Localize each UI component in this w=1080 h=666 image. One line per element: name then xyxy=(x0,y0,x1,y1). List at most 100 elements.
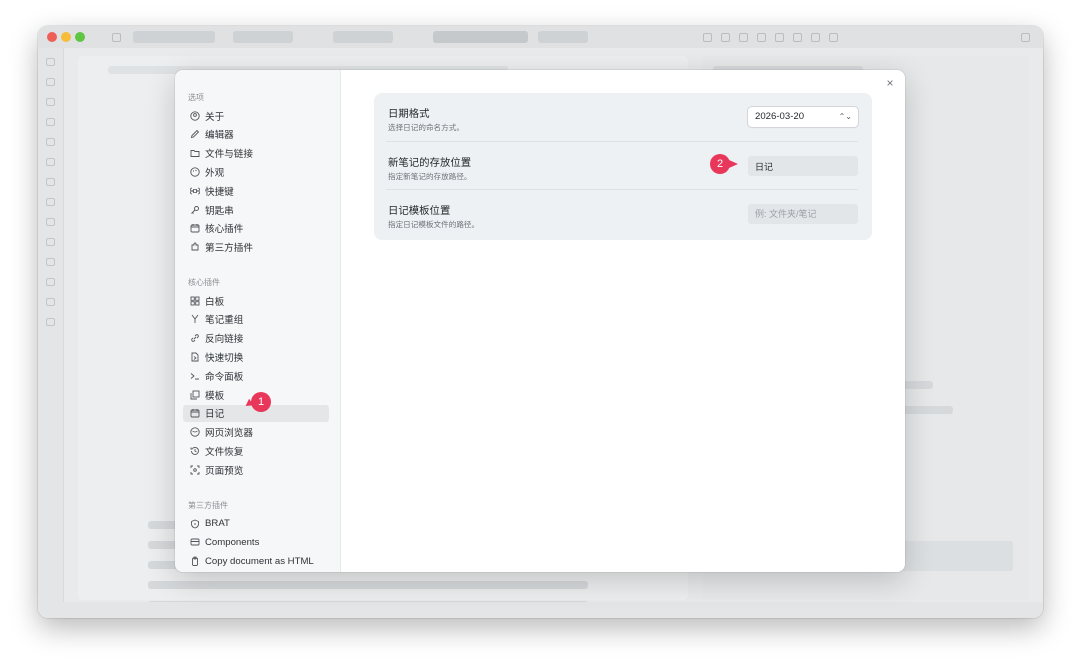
ribbon-icon[interactable] xyxy=(46,138,55,146)
sidebar-toggle-icon[interactable] xyxy=(112,33,121,42)
close-window-button[interactable] xyxy=(47,32,57,42)
sidebar-item[interactable]: 核心插件 xyxy=(183,220,329,237)
sidebar-item-label: 日记 xyxy=(205,409,225,421)
sidebar-item[interactable]: 编辑器 xyxy=(183,126,329,143)
sidebar-item[interactable]: 文件与链接 xyxy=(183,145,329,162)
sidebar-item[interactable]: 外观 xyxy=(183,163,329,180)
close-modal-button[interactable]: × xyxy=(883,76,897,90)
background-tab-active[interactable] xyxy=(433,31,528,43)
chevron-up-down-icon: ⌃⌄ xyxy=(838,112,852,121)
ribbon-icon[interactable] xyxy=(46,298,55,306)
clipboard-icon xyxy=(189,556,200,567)
terminal-icon xyxy=(189,370,200,381)
sidebar-item-label: 网页浏览器 xyxy=(205,428,253,440)
ribbon-icon[interactable] xyxy=(46,178,55,186)
zoom-window-button[interactable] xyxy=(75,32,85,42)
sidebar-item-label: 笔记重组 xyxy=(205,315,244,327)
sidebar-item-label: 文件恢复 xyxy=(205,446,244,458)
date-format-select[interactable]: 2026-03-20 ⌃⌄ xyxy=(748,107,858,127)
sidebar-item[interactable]: Components xyxy=(183,534,329,551)
ribbon-icon[interactable] xyxy=(46,238,55,246)
toolbar-icon[interactable] xyxy=(703,33,712,42)
ribbon-icon[interactable] xyxy=(46,118,55,126)
sidebar-item-label: BRAT xyxy=(205,518,230,529)
section-title-options: 选项 xyxy=(188,93,204,102)
sidebar-item[interactable]: 命令面板 xyxy=(183,367,329,384)
ribbon-icon[interactable] xyxy=(46,78,55,86)
setting-description: 选择日记的命名方式。 xyxy=(388,123,464,132)
setting-title: 新笔记的存放位置 xyxy=(388,158,472,169)
sidebar-item[interactable]: 笔记重组 xyxy=(183,311,329,328)
sidebar-item[interactable]: 反向链接 xyxy=(183,330,329,347)
section-title-core-plugins: 核心插件 xyxy=(188,278,220,287)
sidebar-item-label: 快速切换 xyxy=(205,352,244,364)
sidebar-item[interactable]: 网页浏览器 xyxy=(183,424,329,441)
title-bar xyxy=(38,26,1043,48)
sidebar-item[interactable]: BRAT xyxy=(183,515,329,532)
left-ribbon xyxy=(38,48,64,618)
section-title-third-party: 第三方插件 xyxy=(188,501,228,510)
toolbar-icon[interactable] xyxy=(793,33,802,42)
sidebar-item[interactable]: Copy document as HTML xyxy=(183,553,329,570)
right-pane-line xyxy=(903,406,953,414)
background-tab[interactable] xyxy=(333,31,393,43)
setting-row-new-file-location: 新笔记的存放位置 指定新笔记的存放路径。 xyxy=(386,141,858,189)
sidebar-item[interactable]: 页面预览 xyxy=(183,461,329,478)
annotation-badge-number: 2 xyxy=(716,158,724,170)
setting-title: 日记模板位置 xyxy=(388,206,451,217)
ribbon-icon[interactable] xyxy=(46,218,55,226)
settings-modal: 选项 关于 编辑器 文件与链接 外观 快捷键 钥匙串 核心插件 第三方插件 核心插件 白板 笔记… xyxy=(175,70,905,572)
right-pane-line xyxy=(903,381,933,389)
settings-sidebar: 选项 关于 编辑器 文件与链接 外观 快捷键 钥匙串 核心插件 第三方插件 核心插件 白板 笔记… xyxy=(175,70,341,572)
sidebar-item[interactable]: 快捷键 xyxy=(183,182,329,199)
badge-pointer xyxy=(729,160,738,168)
sidebar-item[interactable]: 第三方插件 xyxy=(183,239,329,256)
ribbon-icon[interactable] xyxy=(46,278,55,286)
ribbon-icon[interactable] xyxy=(46,318,55,326)
annotation-badge-1: 1 xyxy=(243,392,271,412)
toolbar-icon[interactable] xyxy=(721,33,730,42)
annotation-badge-2: 2 xyxy=(710,154,738,174)
components-icon xyxy=(189,537,200,548)
preview-icon xyxy=(189,464,200,475)
calendar-icon xyxy=(189,408,200,419)
background-tab[interactable] xyxy=(538,31,588,43)
sidebar-item-label: 模板 xyxy=(205,390,225,402)
sidebar-item-label: 编辑器 xyxy=(205,130,234,142)
template-location-input[interactable] xyxy=(748,204,858,224)
new-file-location-input[interactable] xyxy=(748,156,858,176)
sidebar-item-label: 命令面板 xyxy=(205,371,244,383)
toolbar-icon[interactable] xyxy=(757,33,766,42)
sidebar-item[interactable]: 白板 xyxy=(183,292,329,309)
background-tab[interactable] xyxy=(233,31,293,43)
status-bar xyxy=(38,602,1043,618)
template-icon xyxy=(189,389,200,400)
ribbon-icon[interactable] xyxy=(46,158,55,166)
merge-icon xyxy=(189,314,200,325)
ribbon-icon[interactable] xyxy=(46,98,55,106)
sidebar-item[interactable]: 钥匙串 xyxy=(183,201,329,218)
user-circle-icon xyxy=(189,110,200,121)
minimize-window-button[interactable] xyxy=(61,32,71,42)
ribbon-icon[interactable] xyxy=(46,258,55,266)
toolbar-icon[interactable] xyxy=(811,33,820,42)
toolbar-icon[interactable] xyxy=(739,33,748,42)
puzzle-icon xyxy=(189,242,200,253)
sidebar-item-label: 页面预览 xyxy=(205,465,244,477)
toolbar-icon[interactable] xyxy=(829,33,838,42)
command-icon xyxy=(189,185,200,196)
background-tab[interactable] xyxy=(133,31,215,43)
sidebar-item[interactable]: 关于 xyxy=(183,107,329,124)
folder-link-icon xyxy=(189,148,200,159)
sidebar-item-label: 关于 xyxy=(205,111,225,123)
canvas-icon xyxy=(189,295,200,306)
ribbon-icon[interactable] xyxy=(46,198,55,206)
date-format-value: 2026-03-20 xyxy=(755,111,805,122)
sidebar-item[interactable]: 快速切换 xyxy=(183,348,329,365)
ribbon-icon[interactable] xyxy=(46,58,55,66)
toolbar-icon[interactable] xyxy=(775,33,784,42)
sidebar-item-label: 外观 xyxy=(205,167,225,179)
sidebar-item-label: 钥匙串 xyxy=(205,205,234,217)
right-sidebar-toggle-icon[interactable] xyxy=(1021,33,1030,42)
sidebar-item[interactable]: 文件恢复 xyxy=(183,442,329,459)
